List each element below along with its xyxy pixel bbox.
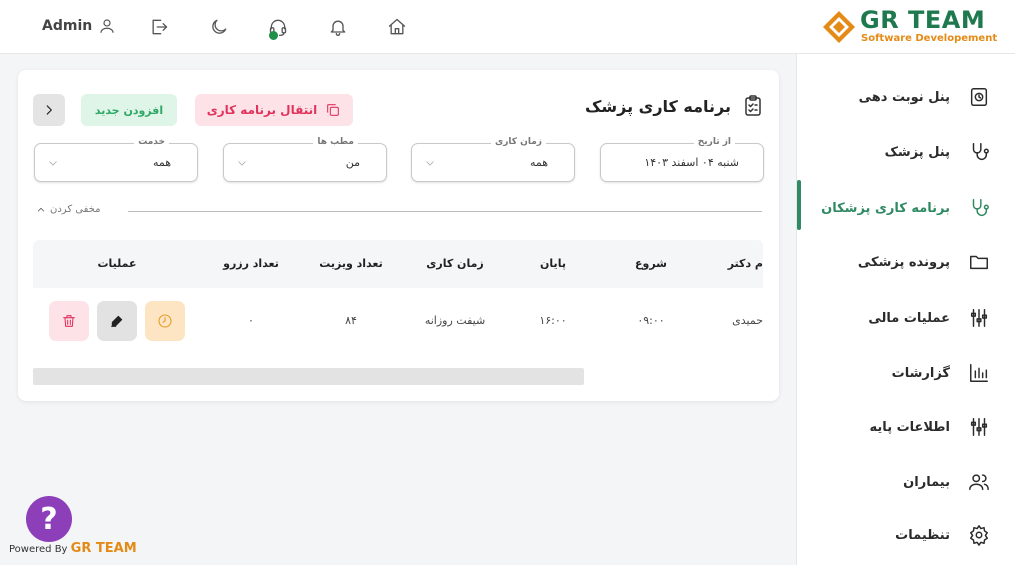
top-bar: Admin GR TEAM Software Developement [0,0,1015,54]
sidebar-item-medical-records[interactable]: پرونده پزشکی [797,242,1015,282]
trash-icon [63,315,75,327]
cell-doctor: حمیدی [732,314,763,327]
delete-button[interactable] [49,301,89,341]
sidebar-item-patients[interactable]: بیماران [797,462,1015,502]
copy-icon [327,104,340,116]
stethoscope-icon [972,143,989,160]
folder-icon [970,255,988,270]
col-header-actions: عملیات [97,257,137,270]
support-headset-icon[interactable] [267,16,289,40]
sidebar-item-settings[interactable]: تنظیمات [797,515,1015,555]
sidebar: پنل نوبت دهی پنل پزشک برنامه کاری پزشکان… [796,54,1015,565]
logout-icon[interactable] [148,16,170,38]
col-header-visits: تعداد ویزیت [319,257,383,270]
chevron-down-icon [424,157,436,169]
sidebar-item-label: گزارشات [891,365,950,381]
sidebar-item-label: تنظیمات [895,527,950,543]
col-header-end: پایان [540,257,566,270]
time-button[interactable] [145,301,185,341]
table-header: م دکتر شروع پایان زمان کاری تعداد ویزیت … [33,240,763,288]
add-new-button[interactable]: افزودن جدید [81,94,177,126]
expand-button[interactable] [33,94,65,126]
user-icon [100,19,114,33]
sidebar-item-base-info[interactable]: اطلاعات پایه [797,407,1015,447]
sidebar-item-label: پنل نوبت دهی [858,89,950,105]
powered-by: Powered By GR TEAM [9,541,137,556]
divider [128,211,762,212]
sidebar-item-reports[interactable]: گزارشات [797,353,1015,393]
cell-reservations: ۰ [248,314,254,327]
pencil-icon [111,315,123,327]
sidebar-item-label: عملیات مالی [868,310,950,326]
cell-start: ۰۹:۰۰ [637,314,665,327]
dark-mode-icon[interactable] [208,16,230,38]
user-name: Admin [42,18,93,34]
col-header-work-time: زمان کاری [426,257,484,270]
chevron-right-icon [46,105,52,115]
service-select[interactable]: خدمت همه [34,137,198,182]
logo-diamond-icon [823,11,855,43]
transfer-schedule-button[interactable]: انتقال برنامه کاری [195,94,353,126]
sliders-icon [970,309,988,327]
help-button[interactable]: ? [26,496,72,542]
clipboard-list-icon [745,95,761,116]
logo-subtitle: Software Developement [861,33,998,44]
sidebar-item-doctor-panel[interactable]: پنل پزشک [797,132,1015,172]
chevron-up-icon [37,207,45,212]
brand-logo[interactable]: GR TEAM Software Developement [820,6,1000,48]
horizontal-scrollbar[interactable] [33,368,584,385]
chevron-down-icon [47,157,59,169]
chevron-down-icon [236,157,248,169]
clinics-select[interactable]: مطب ها من [223,137,387,182]
user-menu[interactable]: Admin [42,17,116,35]
sidebar-item-label: پنل پزشک [884,144,950,160]
sidebar-item-appointment-panel[interactable]: پنل نوبت دهی [797,77,1015,117]
hide-filters-toggle[interactable]: مخفی کردن [36,204,100,215]
sidebar-item-financial-operations[interactable]: عملیات مالی [797,298,1015,338]
cell-work-time: شیفت روزانه [424,314,486,327]
clock-panel-icon [970,88,988,106]
sidebar-item-label: برنامه کاری پزشکان [821,200,950,216]
cell-end: ۱۶:۰۰ [539,314,567,327]
sliders-icon [970,418,988,436]
sidebar-item-label: بیماران [903,474,950,490]
logo-title: GR TEAM [860,6,986,34]
sidebar-item-label: اطلاعات پایه [869,419,950,435]
work-time-select[interactable]: زمان کاری همه [411,137,575,182]
col-header-reservations: تعداد رزرو [223,257,279,270]
bell-icon[interactable] [327,16,349,38]
edit-button[interactable] [97,301,137,341]
powered-brand: GR TEAM [70,541,137,556]
col-header-doctor: م دکتر [727,257,763,270]
col-header-start: شروع [634,257,668,270]
users-icon [969,474,989,491]
table-row: حمیدی ۰۹:۰۰ ۱۶:۰۰ شیفت روزانه ۸۴ ۰ [33,288,763,354]
stethoscope-icon [972,199,989,216]
home-icon[interactable] [386,16,408,38]
page-title: برنامه کاری پزشک [585,94,765,118]
from-date-field[interactable]: از تاریخ شنبه ۰۴ اسفند ۱۴۰۳ [600,137,764,182]
clock-icon [158,314,172,328]
sidebar-item-doctors-schedule[interactable]: برنامه کاری پزشکان [797,188,1015,228]
sidebar-item-label: پرونده پزشکی [857,254,950,270]
bar-chart-icon [970,364,988,382]
cell-visits: ۸۴ [345,314,357,327]
schedule-card: برنامه کاری پزشک انتقال برنامه کاری افزو… [18,70,779,401]
online-status-dot [269,31,278,40]
gear-icon [970,525,988,546]
